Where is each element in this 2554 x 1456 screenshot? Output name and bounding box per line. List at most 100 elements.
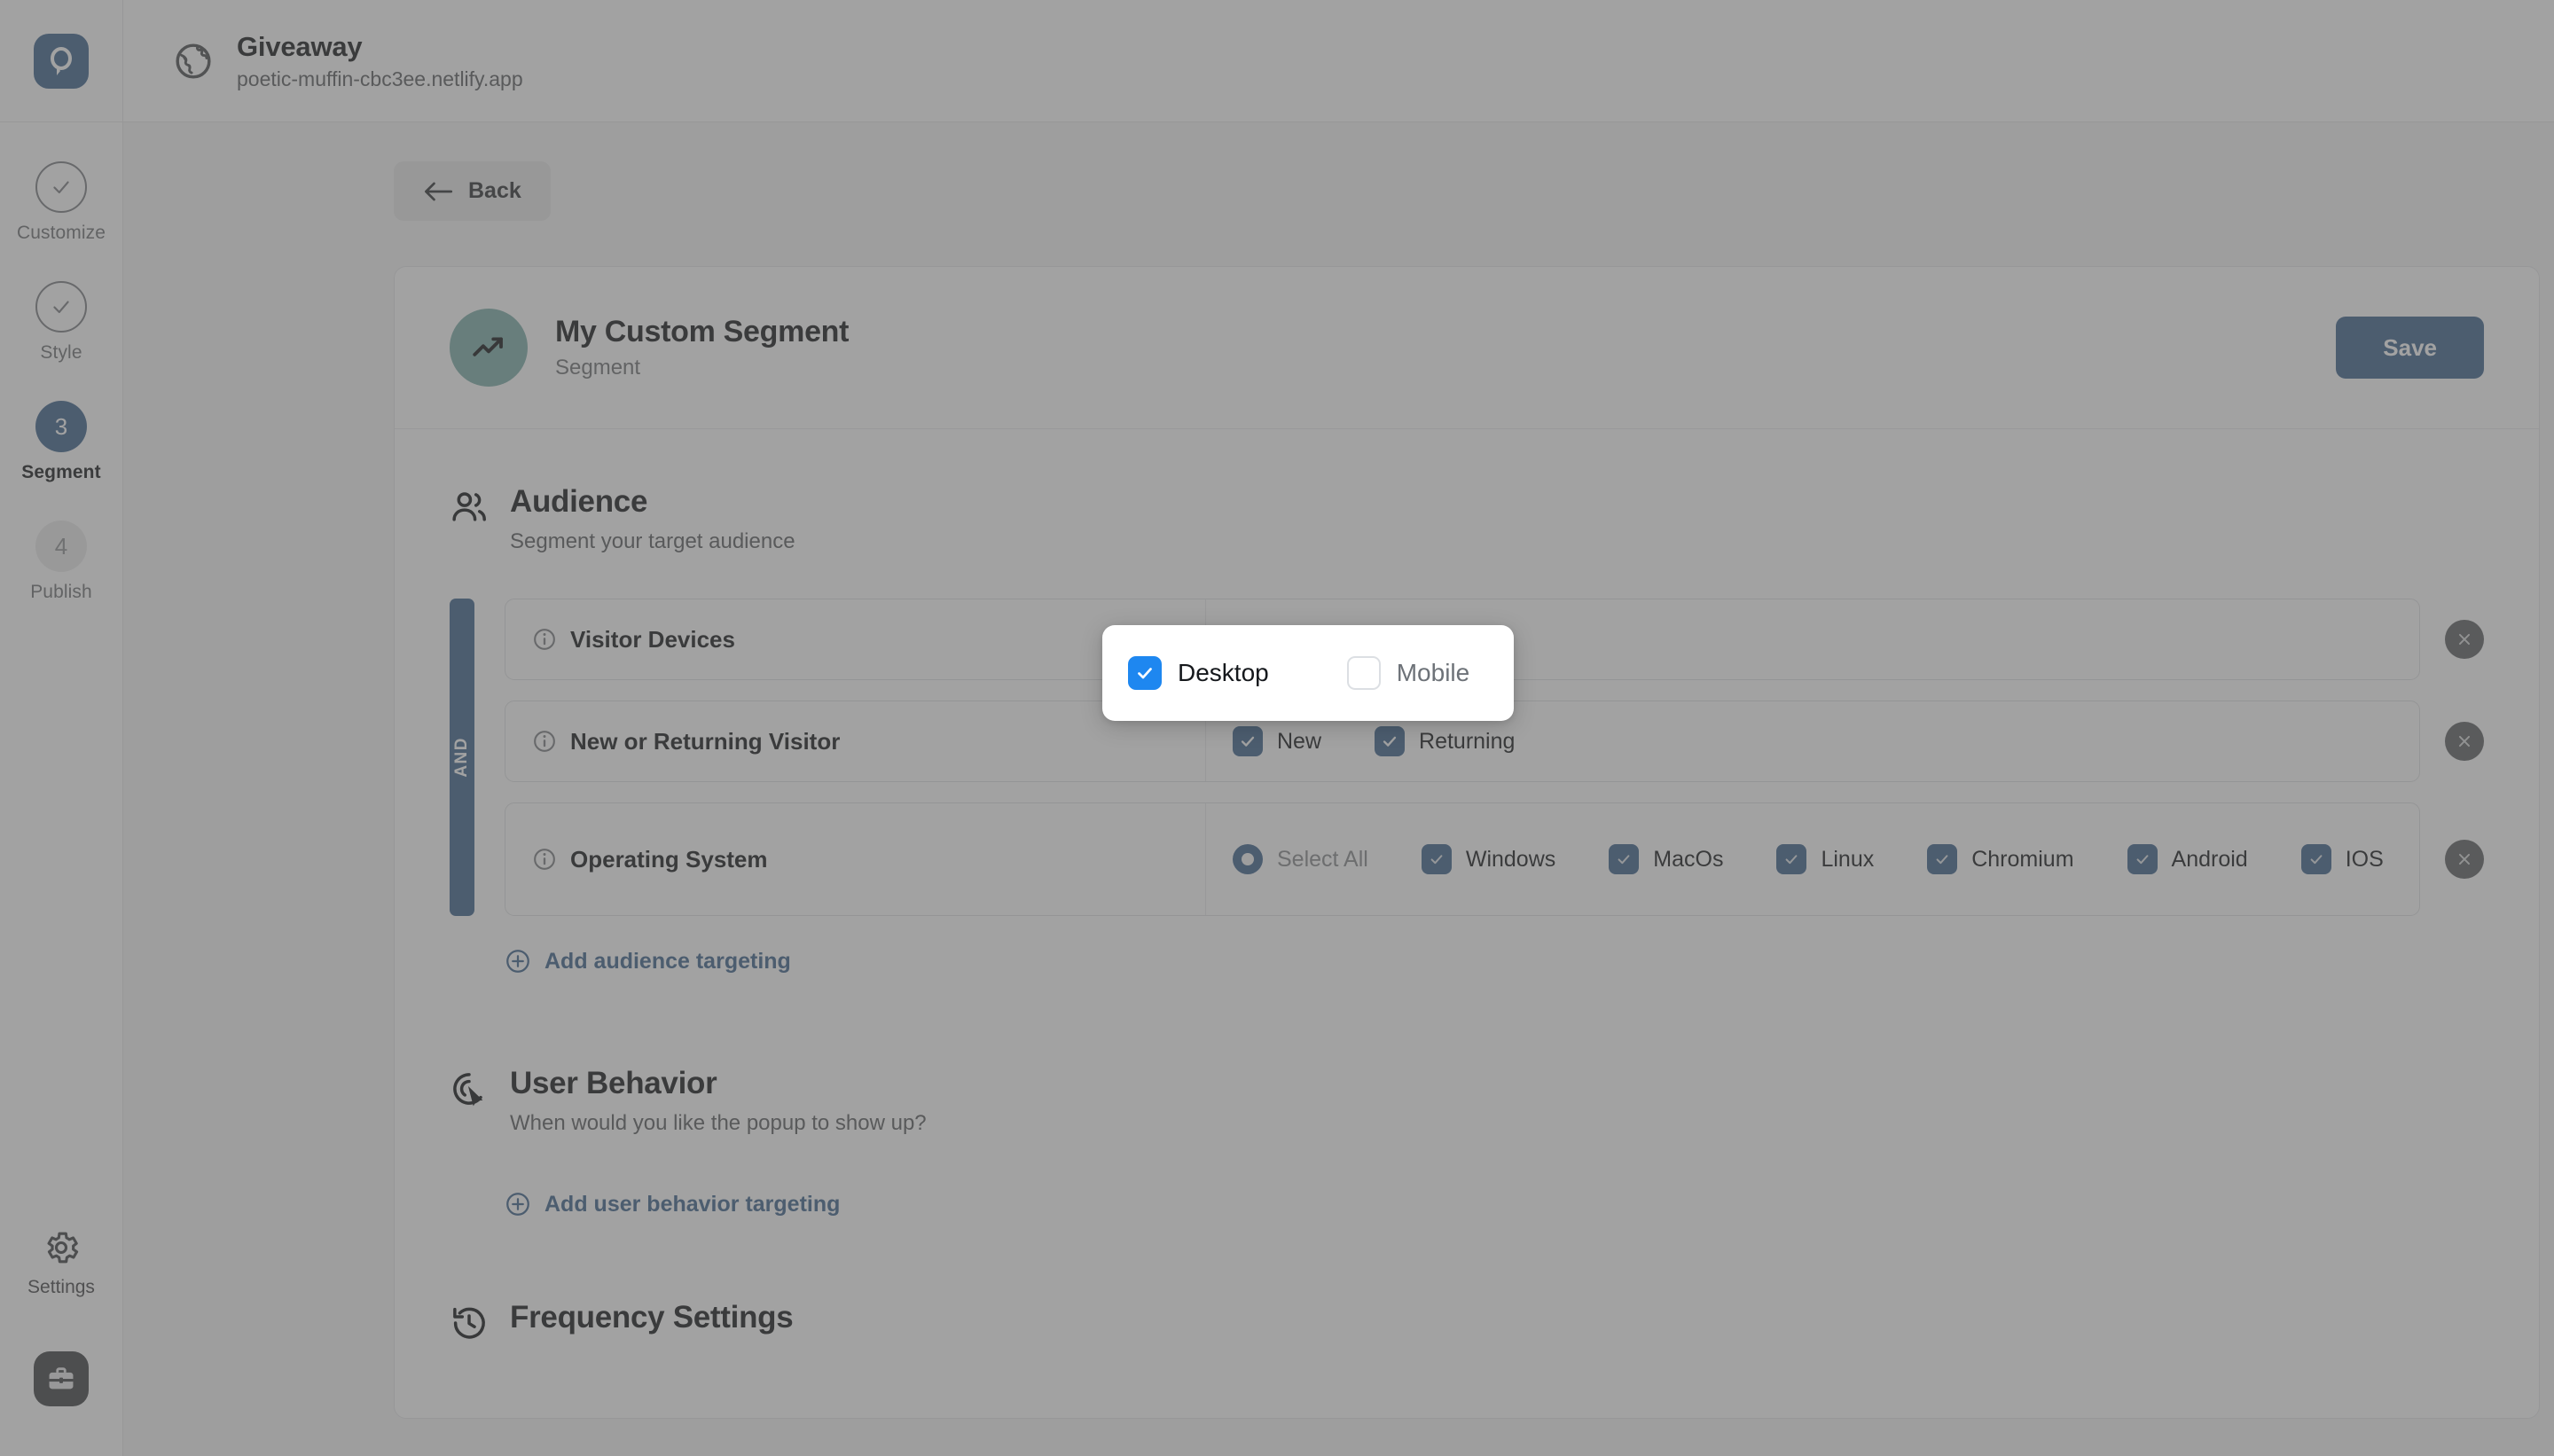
sidebar-item-settings[interactable]: Settings [27, 1228, 95, 1298]
close-icon [2458, 633, 2471, 646]
option-label: IOS [2345, 846, 2384, 872]
globe-icon [173, 41, 214, 82]
save-button[interactable]: Save [2336, 317, 2484, 379]
option-label: Linux [1821, 846, 1875, 872]
partial-check-icon[interactable] [1233, 844, 1263, 874]
sidebar-item-label: Settings [27, 1277, 95, 1297]
delete-rule-button[interactable] [2445, 840, 2484, 879]
checkbox-icon[interactable] [1609, 844, 1640, 874]
arrow-left-icon [425, 182, 453, 200]
option-android[interactable]: Android [2127, 844, 2248, 874]
sidebar-item-style[interactable]: Style [0, 281, 122, 364]
segment-card-header: My Custom Segment Segment Save [395, 267, 2539, 429]
rule-title: Visitor Devices [570, 625, 735, 653]
content-inner: Back My Custom Segment Segment Save Audi… [394, 161, 2540, 1419]
history-clock-icon [450, 1300, 489, 1347]
add-user-behavior-targeting-button[interactable]: Add user behavior targeting [505, 1191, 840, 1217]
checkbox-icon[interactable] [1128, 656, 1162, 690]
rule-title: Operating System [570, 845, 768, 873]
step-badge-segment: 3 [35, 401, 87, 452]
step-badge-customize [35, 161, 87, 213]
sidebar-item-label: Customize [16, 223, 106, 243]
audience-section-text: Audience Segment your target audience [510, 484, 795, 554]
briefcase-icon[interactable] [34, 1351, 89, 1406]
sidebar-item-label: Publish [30, 582, 92, 602]
option-ios[interactable]: IOS [2300, 844, 2384, 874]
popupsmart-logo-icon[interactable] [34, 33, 89, 89]
page-title: Giveaway [237, 30, 363, 62]
user-behavior-section-header: User Behavior When would you like the po… [450, 1066, 2484, 1136]
left-rail: Customize Style 3 Segment 4 Publish Sett… [0, 0, 123, 1456]
frequency-settings-section-text: Frequency Settings [510, 1300, 794, 1335]
option-new[interactable]: New [1233, 726, 1321, 756]
checkbox-icon[interactable] [1927, 844, 1958, 874]
close-icon [2458, 853, 2471, 865]
delete-rule-button[interactable] [2445, 722, 2484, 761]
checkbox-icon[interactable] [1776, 844, 1807, 874]
segment-card-body: Audience Segment your target audience AN… [395, 429, 2539, 1418]
checkbox-icon[interactable] [1421, 844, 1452, 874]
popover-option-label: Mobile [1396, 659, 1470, 686]
add-audience-targeting-button[interactable]: Add audience targeting [505, 948, 791, 975]
rail-bottom: Settings [0, 1228, 122, 1406]
rule-values-operating-system: Select All Windows MacOs Linux Chromium … [1206, 803, 2419, 915]
rule-line-operating-system: Operating System Select All Windows MacO… [505, 802, 2484, 916]
option-returning[interactable]: Returning [1375, 726, 1515, 756]
top-bar: Giveaway poetic-muffin-cbc3ee.netlify.ap… [123, 0, 2554, 122]
option-label: Select All [1277, 846, 1368, 872]
popover-option-label: Desktop [1178, 659, 1269, 686]
rule-label-cell: Operating System [505, 803, 1206, 915]
trending-up-icon [450, 309, 528, 387]
segment-identity: My Custom Segment Segment [555, 315, 849, 380]
sidebar-item-label: Segment [21, 462, 101, 482]
back-button[interactable]: Back [394, 161, 551, 221]
content-area: Back My Custom Segment Segment Save Audi… [123, 122, 2554, 1456]
audience-title: Audience [510, 484, 648, 519]
option-chromium[interactable]: Chromium [1927, 844, 2074, 874]
option-select-all[interactable]: Select All [1233, 844, 1368, 874]
step-badge-style [35, 281, 87, 333]
close-icon [2458, 735, 2471, 748]
option-linux[interactable]: Linux [1776, 844, 1874, 874]
delete-rule-button[interactable] [2445, 620, 2484, 659]
info-icon[interactable] [532, 729, 557, 754]
rule-title: New or Returning Visitor [570, 727, 841, 755]
option-label: Returning [1419, 728, 1516, 754]
visitor-devices-popover[interactable]: Desktop Mobile [1102, 625, 1514, 721]
checkbox-icon[interactable] [2300, 844, 2331, 874]
sidebar-item-customize[interactable]: Customize [0, 161, 122, 244]
add-audience-label: Add audience targeting [544, 948, 791, 974]
checkbox-icon[interactable] [1233, 726, 1263, 756]
sidebar-item-segment[interactable]: 3 Segment [0, 401, 122, 483]
add-user-behavior-label: Add user behavior targeting [544, 1191, 841, 1217]
main-column: Giveaway poetic-muffin-cbc3ee.netlify.ap… [123, 0, 2554, 1456]
option-label: Windows [1465, 846, 1556, 872]
option-label: Chromium [1971, 846, 2074, 872]
checkbox-icon[interactable] [2127, 844, 2158, 874]
info-icon[interactable] [532, 627, 557, 652]
popover-option-desktop[interactable]: Desktop [1128, 656, 1269, 690]
option-label: Android [2171, 846, 2248, 872]
popover-option-mobile[interactable]: Mobile [1346, 656, 1470, 690]
rule-operating-system[interactable]: Operating System Select All Windows MacO… [505, 802, 2420, 916]
option-label: MacOs [1653, 846, 1724, 872]
site-info: Giveaway poetic-muffin-cbc3ee.netlify.ap… [237, 31, 523, 91]
sidebar-item-publish[interactable]: 4 Publish [0, 521, 122, 603]
app-root: Customize Style 3 Segment 4 Publish Sett… [0, 0, 2554, 1456]
logo-container [0, 0, 122, 122]
option-macos[interactable]: MacOs [1609, 844, 1723, 874]
segment-type-label: Segment [555, 356, 641, 380]
info-icon[interactable] [532, 847, 557, 872]
user-behavior-subtitle: When would you like the popup to show up… [510, 1111, 927, 1135]
check-icon [53, 181, 69, 194]
checkbox-icon[interactable] [1346, 656, 1381, 690]
checkbox-icon[interactable] [1375, 726, 1406, 756]
cursor-click-icon [450, 1066, 489, 1113]
rule-label-cell: New or Returning Visitor [505, 701, 1206, 781]
segment-name: My Custom Segment [555, 315, 850, 348]
plus-circle-icon [506, 950, 529, 973]
option-windows[interactable]: Windows [1421, 844, 1556, 874]
plus-circle-icon [506, 1193, 529, 1216]
and-operator-bar: AND [450, 599, 474, 916]
